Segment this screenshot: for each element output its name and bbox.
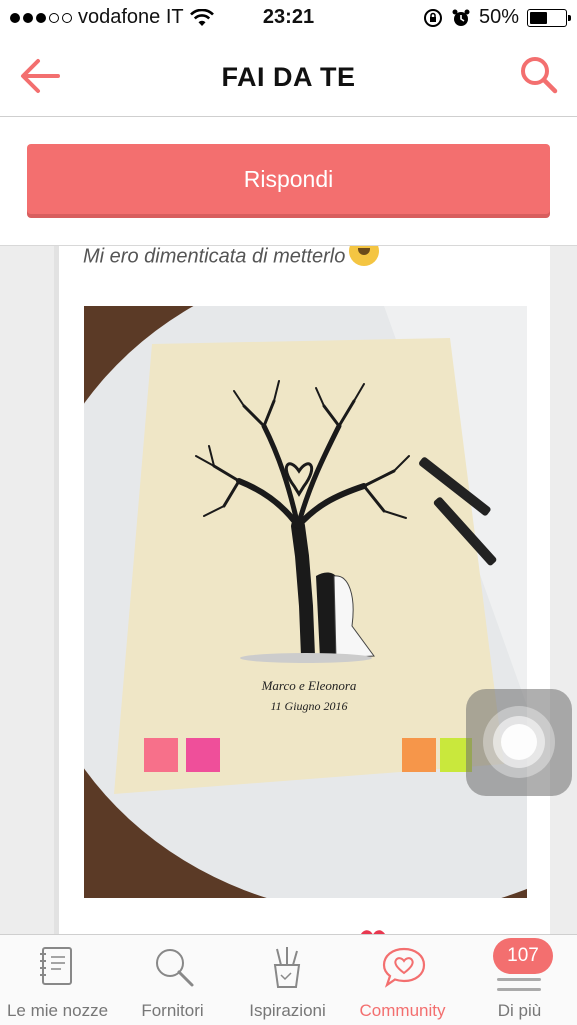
battery-percent: 50% (478, 6, 519, 28)
arrow-left-icon (21, 59, 60, 93)
post-card: Mi ero dimenticata di metterlo Marco e E… (54, 246, 550, 936)
photo-date: 11 Giugno 2016 (270, 699, 347, 713)
tab-le-mie-nozze[interactable]: Le mie nozze (0, 935, 115, 1025)
status-right: 50% (423, 6, 571, 29)
status-bar: vodafone IT 23:21 50% (0, 0, 577, 38)
photo-illustration: Marco e Eleonora 11 Giugno 2016 (84, 306, 527, 898)
search-icon (156, 949, 194, 987)
notification-badge: 107 (493, 938, 553, 974)
back-button[interactable] (18, 56, 62, 96)
tab-fornitori[interactable]: Fornitori (115, 935, 230, 1025)
tab-label: Community (359, 1001, 446, 1020)
pencil-cup-icon (273, 947, 301, 988)
tab-label: Fornitori (141, 1001, 204, 1020)
sticky-note-pink-2 (186, 738, 220, 772)
tab-label: Ispirazioni (249, 1001, 326, 1020)
sticky-note-pink-1 (144, 738, 178, 772)
assistive-touch-button[interactable] (466, 689, 572, 796)
tab-bar: Le mie nozze Fornitori Ispirazioni Commu… (0, 934, 577, 1025)
search-button[interactable] (517, 54, 561, 98)
notebook-icon (40, 947, 72, 985)
rotation-lock-icon (423, 8, 442, 27)
assistive-ring-inner (501, 724, 537, 760)
tab-community[interactable]: Community (345, 935, 460, 1025)
page-title: FAI DA TE (221, 62, 356, 92)
heart-chat-icon (382, 947, 426, 988)
search-icon (521, 57, 558, 94)
sticky-note-orange (402, 738, 436, 772)
reply-bar: Rispondi (0, 117, 577, 246)
battery-fill (530, 11, 547, 24)
battery-icon (527, 8, 571, 27)
tab-label: Di più (497, 1001, 542, 1020)
tab-ispirazioni[interactable]: Ispirazioni (230, 935, 345, 1025)
post-text-content: Mi ero dimenticata di metterlo (83, 246, 346, 268)
tab-label: Le mie nozze (6, 1001, 109, 1020)
alarm-icon (452, 9, 470, 26)
nav-bar: FAI DA TE (0, 38, 577, 117)
reply-button[interactable]: Rispondi (27, 144, 550, 214)
post-text: Mi ero dimenticata di metterlo (83, 246, 380, 272)
smiling-face-emoji-icon (349, 246, 380, 266)
post-photo[interactable]: Marco e Eleonora 11 Giugno 2016 (84, 306, 527, 898)
photo-names: Marco e Eleonora (261, 678, 357, 693)
menu-icon (497, 978, 541, 998)
